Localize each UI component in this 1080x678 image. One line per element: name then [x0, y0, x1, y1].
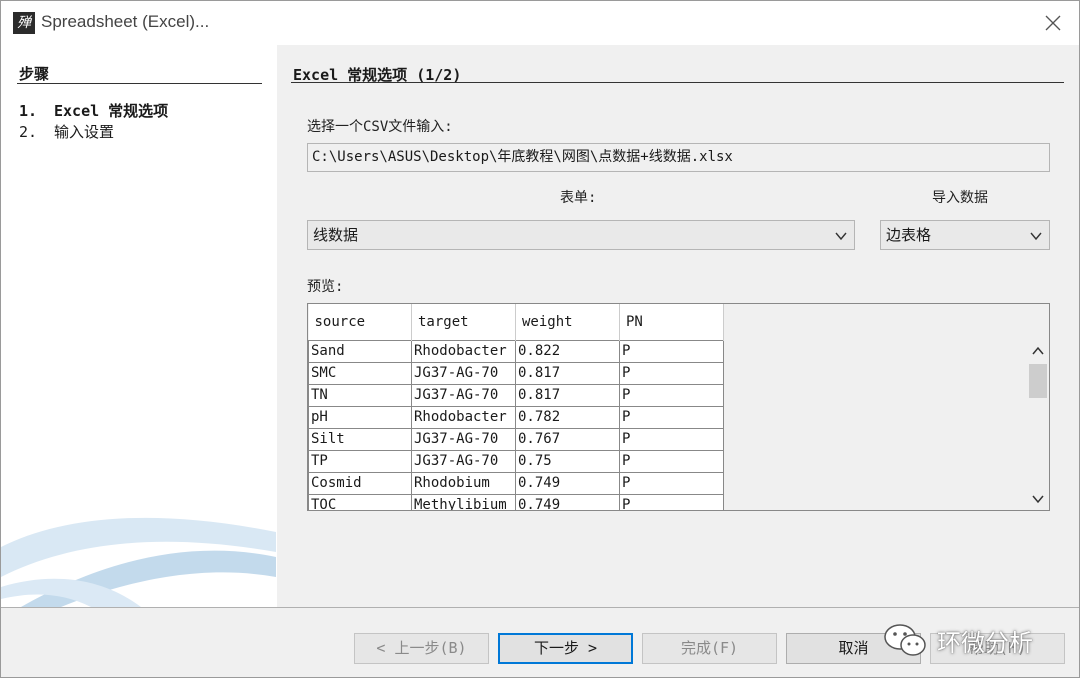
sheet-label: 表单: — [560, 190, 597, 206]
import-type-value: 边表格 — [886, 226, 932, 244]
watermark-text: 环微分析 — [937, 628, 1033, 657]
table-cell: 0.749 — [515, 493, 620, 510]
table-cell: SMC — [308, 361, 412, 385]
wechat-icon — [884, 624, 926, 656]
table-cell: 0.817 — [515, 361, 620, 385]
table-cell: Rhodobacter — [411, 405, 516, 429]
column-header[interactable]: PN — [619, 304, 724, 340]
table-row[interactable]: Cosmid Rhodobium 0.749 P — [308, 471, 724, 495]
file-path-input[interactable]: C:\Users\ASUS\Desktop\年底教程\网图\点数据+线数据.xl… — [307, 143, 1050, 172]
table-row[interactable]: TN JG37-AG-70 0.817 P — [308, 383, 724, 407]
table-cell: P — [619, 405, 724, 429]
chevron-up-icon[interactable] — [1032, 346, 1044, 356]
dialog-window: 殚 Spreadsheet (Excel)... 步骤 1. Excel 常规选项… — [0, 0, 1080, 678]
step-number: 1. — [19, 102, 38, 120]
watermark: 环微分析 — [881, 620, 1033, 660]
table-cell: Rhodobium — [411, 471, 516, 495]
table-cell: 0.767 — [515, 427, 620, 451]
preview-label: 预览: — [307, 279, 344, 295]
header-row: source target weight PN — [308, 304, 724, 340]
table-row[interactable]: Silt JG37-AG-70 0.767 P — [308, 427, 724, 451]
finish-button[interactable]: 完成(F) — [642, 633, 777, 664]
table-cell: JG37-AG-70 — [411, 427, 516, 451]
table-row[interactable]: TP JG37-AG-70 0.75 P — [308, 449, 724, 473]
table-cell: P — [619, 383, 724, 407]
chevron-down-icon — [835, 232, 847, 241]
column-header[interactable]: target — [411, 304, 516, 340]
table-cell: TN — [308, 383, 412, 407]
table-cell: P — [619, 339, 724, 363]
table-cell: JG37-AG-70 — [411, 361, 516, 385]
back-button[interactable]: < 上一步(B) — [354, 633, 489, 664]
table-row[interactable]: Sand Rhodobacter 0.822 P — [308, 339, 724, 363]
window-title: Spreadsheet (Excel)... — [41, 12, 210, 31]
table-row[interactable]: TOC Methylibium 0.749 P — [308, 493, 724, 510]
button-bar: < 上一步(B) 下一步 > 完成(F) 取消 帮助(H) 环微分析 — [1, 607, 1079, 677]
column-header[interactable]: weight — [515, 304, 620, 340]
import-type-select[interactable]: 边表格 — [880, 220, 1050, 250]
table-cell: P — [619, 471, 724, 495]
step-label: 输入设置 — [54, 123, 115, 141]
table-cell: Sand — [308, 339, 412, 363]
table-cell: JG37-AG-70 — [411, 383, 516, 407]
sheet-select[interactable]: 线数据 — [307, 220, 855, 250]
table-cell: 0.75 — [515, 449, 620, 473]
main-panel: Excel 常规选项 (1/2) 选择一个CSV文件输入: C:\Users\A… — [277, 45, 1079, 607]
table-cell: Methylibium — [411, 493, 516, 510]
table-cell: TOC — [308, 493, 412, 510]
chevron-down-icon[interactable] — [1032, 494, 1044, 504]
column-header[interactable]: source — [308, 304, 412, 340]
table-cell: 0.822 — [515, 339, 620, 363]
step-1: 1. Excel 常规选项 — [19, 100, 168, 121]
title-divider — [291, 82, 1064, 83]
steps-heading: 步骤 — [19, 65, 50, 83]
import-label: 导入数据 — [932, 190, 988, 206]
sheet-select-value: 线数据 — [313, 226, 359, 244]
app-icon: 殚 — [13, 12, 35, 34]
table-cell: P — [619, 493, 724, 510]
table-cell: JG37-AG-70 — [411, 449, 516, 473]
table-cell: Rhodobacter — [411, 339, 516, 363]
title-bar: 殚 Spreadsheet (Excel)... — [1, 1, 1079, 45]
table-cell: pH — [308, 405, 412, 429]
next-button[interactable]: 下一步 > — [498, 633, 633, 664]
preview-grid: source target weight PN Sand Rhodobacter 0… — [308, 304, 724, 510]
table-cell: 0.817 — [515, 383, 620, 407]
table-cell: P — [619, 427, 724, 451]
table-cell: Silt — [308, 427, 412, 451]
vertical-scrollbar[interactable] — [1027, 340, 1049, 510]
steps-divider — [17, 83, 262, 84]
close-icon — [1045, 15, 1061, 31]
decorative-swoosh — [1, 517, 276, 607]
table-cell: P — [619, 361, 724, 385]
chevron-down-icon — [1030, 232, 1042, 241]
table-row[interactable]: SMC JG37-AG-70 0.817 P — [308, 361, 724, 385]
step-number: 2. — [19, 123, 38, 141]
close-button[interactable] — [1039, 9, 1067, 37]
step-2: 2. 输入设置 — [19, 121, 114, 142]
table-cell: P — [619, 449, 724, 473]
preview-table[interactable]: source target weight PN Sand Rhodobacter 0… — [307, 303, 1050, 511]
file-label: 选择一个CSV文件输入: — [307, 119, 453, 135]
table-cell: Cosmid — [308, 471, 412, 495]
table-cell: 0.749 — [515, 471, 620, 495]
step-label: Excel 常规选项 — [54, 102, 169, 120]
table-row[interactable]: pH Rhodobacter 0.782 P — [308, 405, 724, 429]
steps-panel: 步骤 1. Excel 常规选项 2. 输入设置 — [1, 45, 276, 607]
table-cell: 0.782 — [515, 405, 620, 429]
table-cell: TP — [308, 449, 412, 473]
scrollbar-thumb[interactable] — [1029, 364, 1047, 398]
